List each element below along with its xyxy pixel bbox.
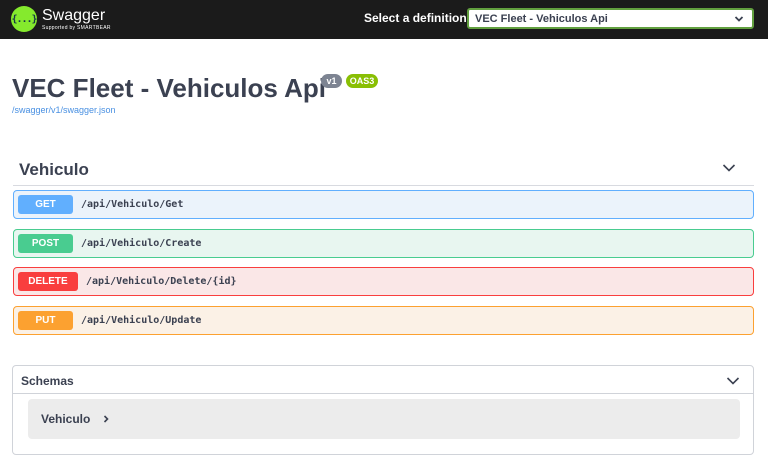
operation-put[interactable]: PUT /api/Vehiculo/Update	[13, 306, 754, 335]
swagger-logo[interactable]: {...} Swagger Supported by SMARTBEAR	[11, 6, 111, 32]
swagger-logo-icon: {...}	[11, 6, 38, 32]
operation-path: /api/Vehiculo/Delete/{id}	[86, 276, 237, 287]
operation-delete[interactable]: DELETE /api/Vehiculo/Delete/{id}	[13, 267, 754, 296]
method-badge-get: GET	[18, 195, 73, 214]
operation-post[interactable]: POST /api/Vehiculo/Create	[13, 229, 754, 258]
operation-path: /api/Vehiculo/Create	[81, 238, 202, 249]
tag-header-vehiculo[interactable]: Vehiculo	[13, 152, 754, 186]
method-badge-delete: DELETE	[18, 272, 78, 291]
brand-subtitle: Supported by SMARTBEAR	[42, 24, 111, 31]
chevron-down-icon	[734, 16, 744, 22]
brand-name: Swagger	[42, 6, 106, 24]
operation-get[interactable]: GET /api/Vehiculo/Get	[13, 190, 754, 219]
model-name: Vehiculo	[41, 412, 91, 426]
chevron-down-icon[interactable]	[726, 375, 740, 387]
method-badge-put: PUT	[18, 311, 73, 330]
chevron-down-icon[interactable]	[722, 162, 736, 174]
topbar: {...} Swagger Supported by SMARTBEAR Sel…	[0, 0, 768, 39]
oas-badge: OAS3	[346, 74, 378, 88]
logo-glyph: {...}	[11, 13, 37, 25]
definition-select-value: VEC Fleet - Vehiculos Api	[475, 12, 608, 25]
spec-json-link[interactable]: /swagger/v1/swagger.json	[12, 105, 116, 115]
logo-text: Swagger Supported by SMARTBEAR	[42, 6, 111, 31]
version-badge: v1	[321, 74, 342, 88]
definition-select[interactable]: VEC Fleet - Vehiculos Api	[467, 8, 754, 29]
tag-title: Vehiculo	[19, 160, 89, 179]
schemas-section: Schemas Vehiculo	[12, 365, 754, 455]
page-title: VEC Fleet - Vehiculos Api	[12, 73, 326, 103]
schemas-title[interactable]: Schemas	[21, 374, 74, 388]
definition-label: Select a definition	[364, 11, 467, 25]
operation-path: /api/Vehiculo/Update	[81, 315, 202, 326]
operation-path: /api/Vehiculo/Get	[81, 199, 184, 210]
method-badge-post: POST	[18, 234, 73, 253]
chevron-right-icon[interactable]	[102, 414, 110, 424]
model-vehiculo[interactable]: Vehiculo	[28, 399, 740, 439]
schemas-divider	[13, 393, 753, 394]
